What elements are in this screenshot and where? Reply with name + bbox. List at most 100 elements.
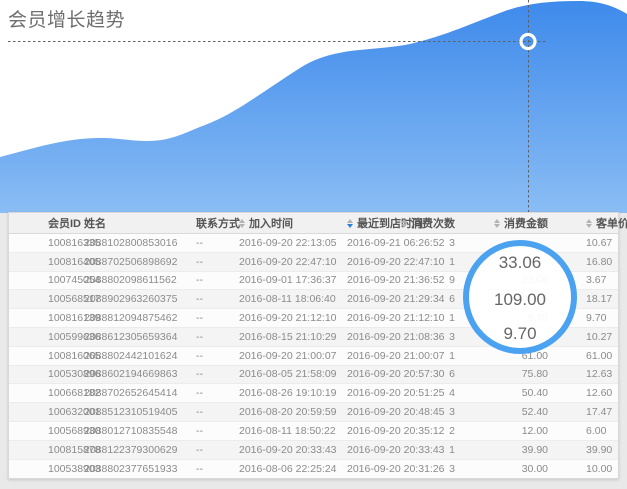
col-header-label: 消费金额 xyxy=(504,215,548,231)
cell-spend-amount: 52.40 xyxy=(507,403,570,421)
cell-contact: -- xyxy=(196,403,231,421)
cell-spend-amount: 30.00 xyxy=(507,460,570,479)
cell-member-id: 100816139 xyxy=(9,309,84,327)
cell-spend-amount: 50.40 xyxy=(507,384,570,402)
sort-icon xyxy=(494,219,500,228)
cell-avg-price: 10.67 xyxy=(570,234,618,252)
cell-last-visit-time: 2016-09-20 20:48:45 xyxy=(339,403,444,421)
cell-last-visit-time: 2016-09-20 20:57:30 xyxy=(339,366,444,384)
cell-join-time: 2016-08-11 18:50:22 xyxy=(231,422,339,440)
cell-member-id: 100816065 xyxy=(9,347,84,365)
cell-avg-price: 61.00 xyxy=(570,347,618,365)
table-row: 1005389032088802377651933--2016-08-06 22… xyxy=(9,460,618,479)
cell-member-id: 100816405 xyxy=(9,253,84,271)
cell-avg-price: 10.27 xyxy=(570,328,618,346)
cell-join-time: 2016-08-06 22:25:24 xyxy=(231,460,339,479)
cell-visit-count: 6 xyxy=(444,366,507,384)
cell-name: 2088802098611562 xyxy=(84,272,196,290)
cell-last-visit-time: 2016-09-20 21:36:52 xyxy=(339,272,444,290)
page-title: 会员增长趋势 xyxy=(8,5,125,32)
cell-spend-amount: 12.00 xyxy=(507,422,570,440)
cell-contact: -- xyxy=(196,384,231,402)
col-header-spend-amount[interactable]: 消费金额 xyxy=(507,213,570,233)
cell-member-id: 100816335 xyxy=(9,234,84,252)
cell-contact: -- xyxy=(196,272,231,290)
cell-contact: -- xyxy=(196,441,231,459)
magnified-spend-amount: 9.70 xyxy=(469,324,571,344)
cell-name: 2088812094875462 xyxy=(84,309,196,327)
cell-avg-price: 6.00 xyxy=(570,422,618,440)
trend-area-shape xyxy=(0,1,627,213)
cell-contact: -- xyxy=(196,253,231,271)
cell-spend-amount: 39.90 xyxy=(507,441,570,459)
table-row: 1005308962088602194669863--2016-08-05 21… xyxy=(9,366,618,385)
sort-icon xyxy=(347,219,353,228)
cell-member-id: 100538903 xyxy=(9,460,84,479)
zoom-highlight-circle: 33.06109.009.70 xyxy=(463,240,577,354)
cell-name: 2088512310519405 xyxy=(84,403,196,421)
cell-join-time: 2016-09-20 21:00:07 xyxy=(231,347,339,365)
cell-member-id: 100568517 xyxy=(9,290,84,308)
sort-icon xyxy=(239,219,245,228)
cell-avg-price: 17.47 xyxy=(570,403,618,421)
cell-last-visit-time: 2016-09-20 21:29:34 xyxy=(339,290,444,308)
cell-visit-count: 3 xyxy=(444,460,507,479)
sort-icon xyxy=(401,219,407,228)
cell-visit-count: 1 xyxy=(444,441,507,459)
cell-avg-price: 9.70 xyxy=(570,309,618,327)
cell-join-time: 2016-08-11 18:06:40 xyxy=(231,290,339,308)
table-row: 1006681822088702652645414--2016-08-26 19… xyxy=(9,384,618,403)
sort-icon xyxy=(586,219,592,228)
cell-visit-count: 3 xyxy=(444,403,507,421)
cell-contact: -- xyxy=(196,234,231,252)
cell-contact: -- xyxy=(196,422,231,440)
col-header-avg-price[interactable]: 客单价 xyxy=(570,213,618,233)
cell-last-visit-time: 2016-09-21 06:26:52 xyxy=(339,234,444,252)
cell-name: 2088122379300629 xyxy=(84,441,196,459)
magnified-spend-amount: 109.00 xyxy=(469,290,571,310)
cell-spend-amount: 75.80 xyxy=(507,366,570,384)
cell-name: 2088012710835548 xyxy=(84,422,196,440)
cell-name: 2088902963260375 xyxy=(84,290,196,308)
col-header-join-time[interactable]: 加入时间 xyxy=(231,213,339,233)
table-row: 1006320012088512310519405--2016-08-20 20… xyxy=(9,403,618,422)
cell-member-id: 100815878 xyxy=(9,441,84,459)
cell-avg-price: 10.00 xyxy=(570,460,618,479)
col-header-label: 消费次数 xyxy=(411,215,455,231)
cell-contact: -- xyxy=(196,347,231,365)
col-header-label: 姓名 xyxy=(84,215,106,231)
cell-member-id: 100745054 xyxy=(9,272,84,290)
col-header-label: 加入时间 xyxy=(249,215,293,231)
cell-visit-count: 4 xyxy=(444,384,507,402)
cell-avg-price: 16.80 xyxy=(570,253,618,271)
table-header-row: 会员ID姓名联系方式加入时间最近到店时间消费次数消费金额客单价 xyxy=(9,213,618,234)
cell-name: 2088802377651933 xyxy=(84,460,196,479)
cell-last-visit-time: 2016-09-20 21:12:10 xyxy=(339,309,444,327)
cell-contact: -- xyxy=(196,290,231,308)
cell-last-visit-time: 2016-09-20 20:35:12 xyxy=(339,422,444,440)
cell-member-id: 100568930 xyxy=(9,422,84,440)
table-row: 1008158782088122379300629-- 2016-09-20 20… xyxy=(9,441,618,460)
cell-avg-price: 39.90 xyxy=(570,441,618,459)
col-header-member-id: 会员ID xyxy=(9,213,84,233)
cell-contact: -- xyxy=(196,366,231,384)
cell-avg-price: 12.60 xyxy=(570,384,618,402)
cell-join-time: 2016-09-20 21:12:10 xyxy=(231,309,339,327)
col-header-name: 姓名 xyxy=(84,213,196,233)
cell-join-time: 2016-08-05 21:58:09 xyxy=(231,366,339,384)
cell-last-visit-time: 2016-09-20 20:33:43 xyxy=(339,441,444,459)
cell-contact: -- xyxy=(196,460,231,479)
cell-last-visit-time: 2016-09-20 21:08:36 xyxy=(339,328,444,346)
cell-last-visit-time: 2016-09-20 21:00:07 xyxy=(339,347,444,365)
col-header-label: 会员ID xyxy=(48,215,81,231)
cell-member-id: 100632001 xyxy=(9,403,84,421)
cell-avg-price: 3.67 xyxy=(570,272,618,290)
cell-avg-price: 12.63 xyxy=(570,366,618,384)
cell-avg-price: 18.17 xyxy=(570,290,618,308)
cell-last-visit-time: 2016-09-20 20:51:25 xyxy=(339,384,444,402)
cell-visit-count: 2 xyxy=(444,422,507,440)
cell-name: 2088612305659364 xyxy=(84,328,196,346)
cell-contact: -- xyxy=(196,309,231,327)
table-row: 1005689302088012710835548--2016-08-11 18… xyxy=(9,422,618,441)
cell-name: 2088602194669863 xyxy=(84,366,196,384)
